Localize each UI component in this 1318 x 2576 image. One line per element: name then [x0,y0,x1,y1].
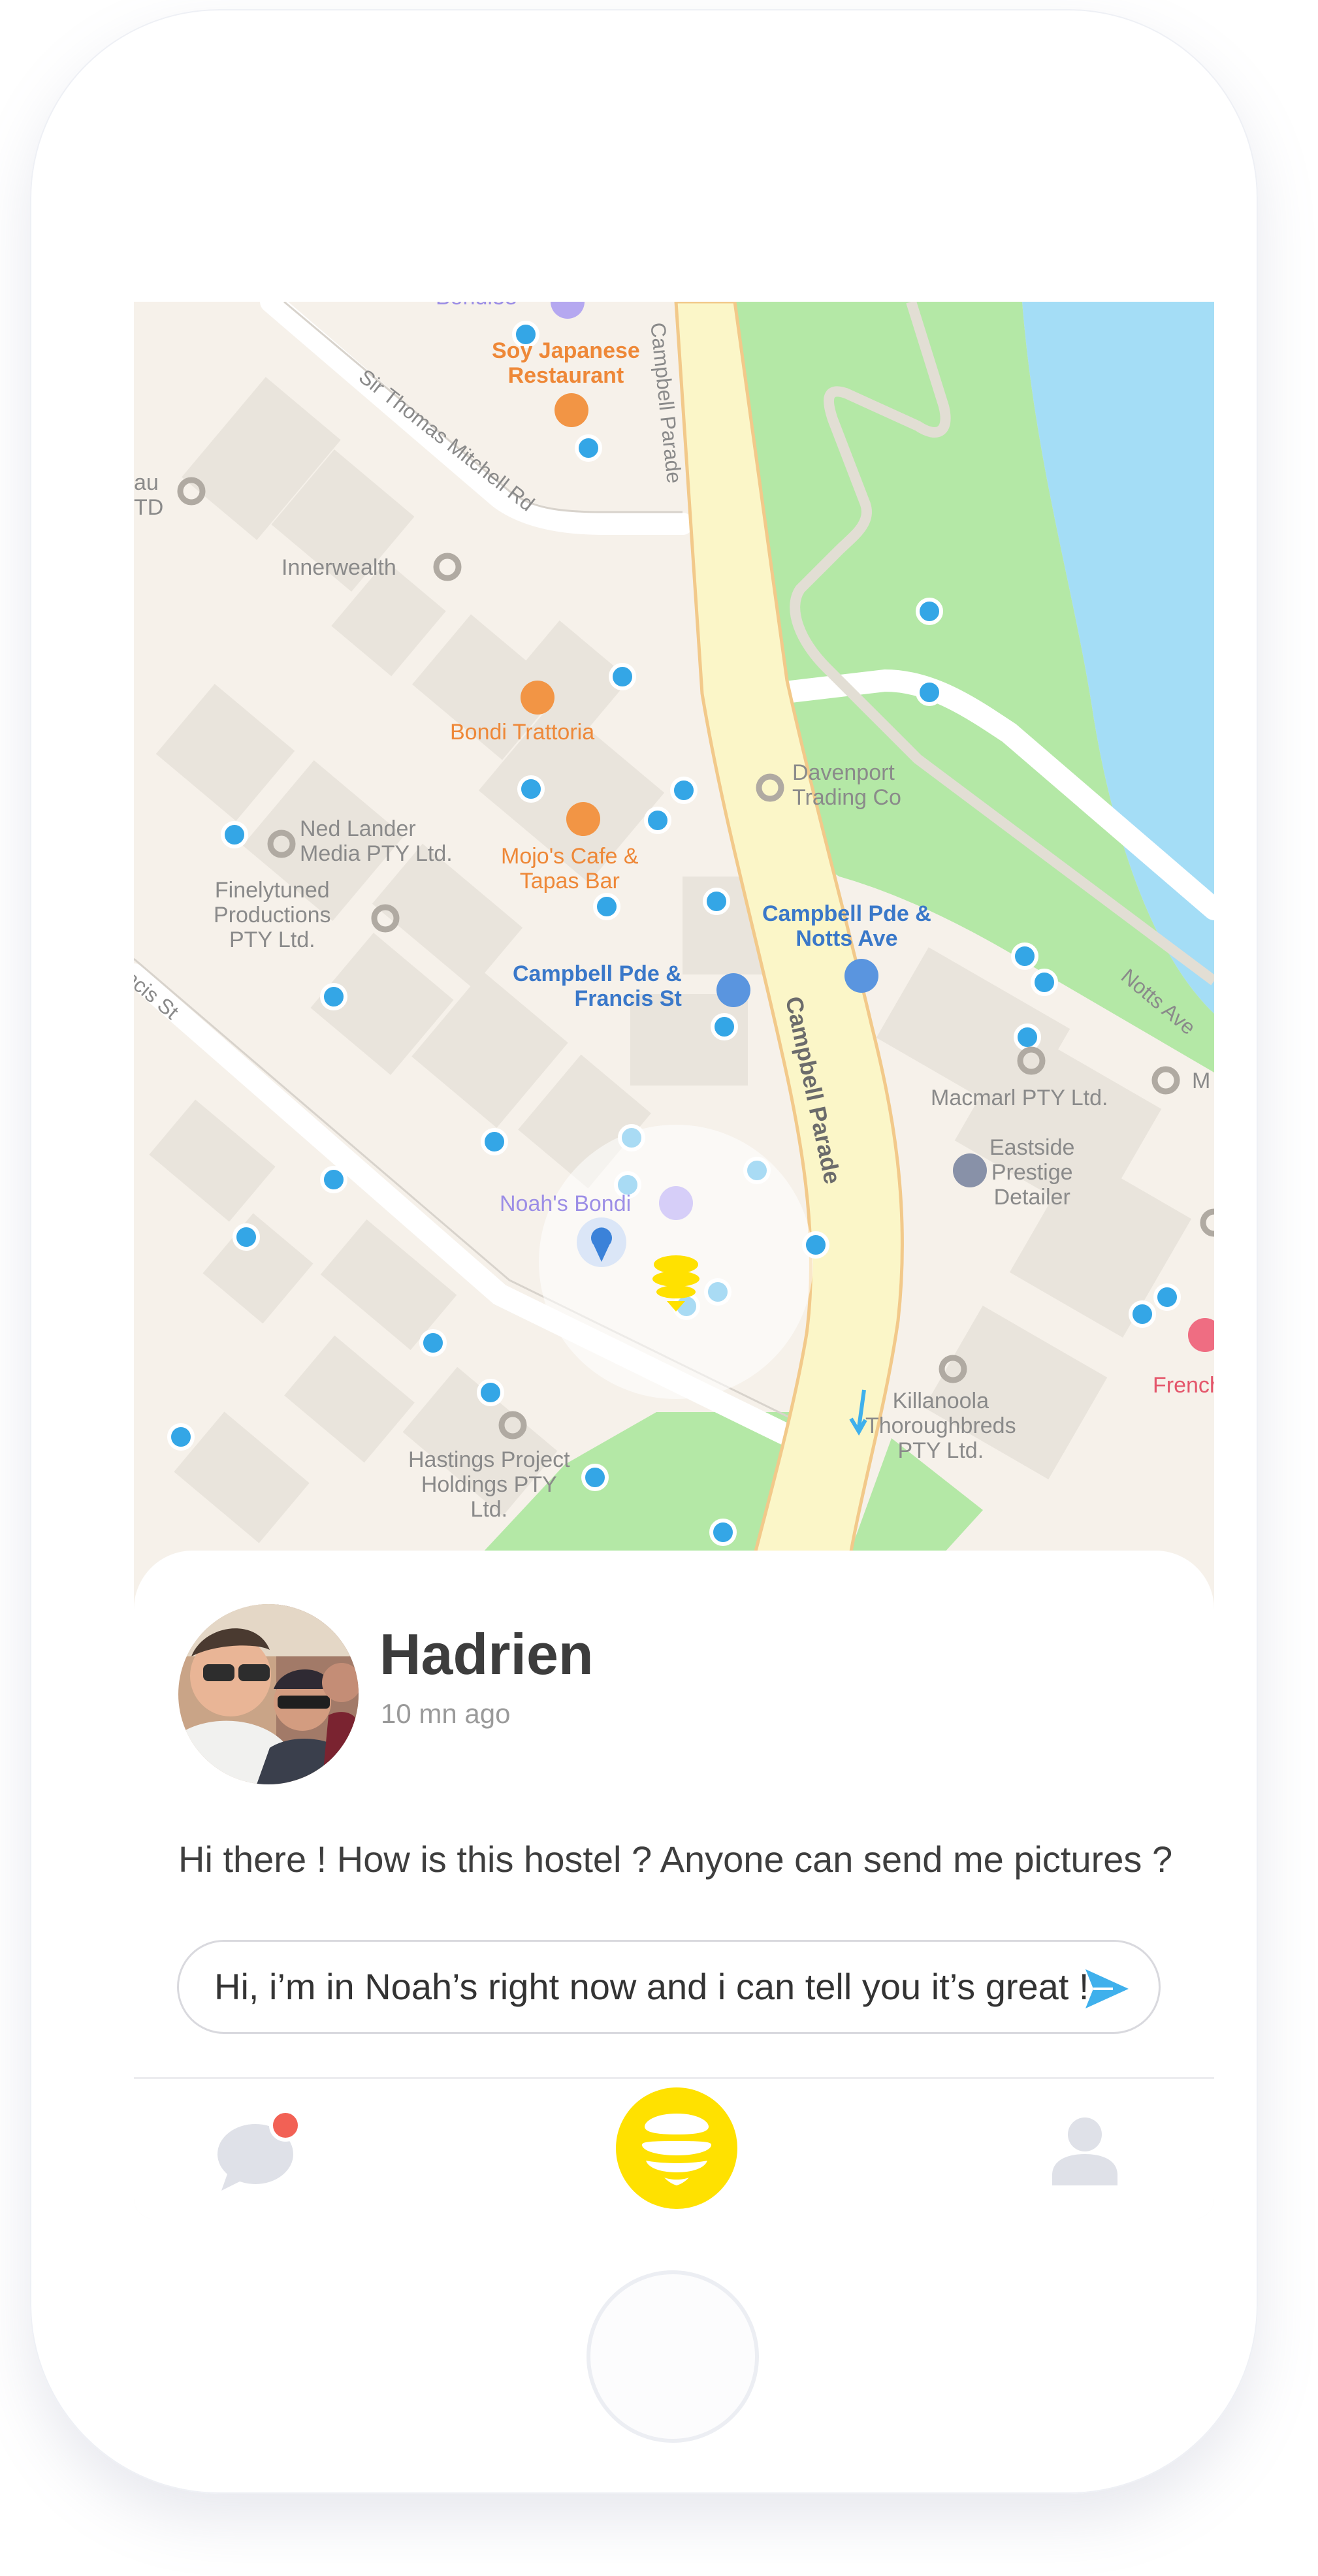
place-label-eastside: Eastside Prestige Detailer [989,1135,1075,1210]
beehive-logo-icon [642,2114,711,2185]
place-label-davenport: Davenport Trading Co [792,760,901,810]
place-label-finely: Finelytuned Productions PTY Ltd. [214,878,331,952]
place-label-m: M [1192,1069,1211,1093]
username[interactable]: Hadrien [379,1621,594,1688]
place-label-campbell-francis: Campbell Pde & Francis St [513,961,682,1011]
avatar-photo [178,1604,359,1784]
place-label-innerwealth: Innerwealth [281,555,396,580]
place-label-noahs: Noah's Bondi [500,1191,632,1216]
place-label-french: French [1153,1373,1214,1398]
profile-icon[interactable] [1048,2112,1121,2185]
post-message: Hi there ! How is this hostel ? Anyone c… [178,1839,1173,1880]
phone-frame: Campbell Parade Campbell Parade Sir Thom… [30,9,1258,2494]
place-label-macmarl: Macmarl PTY Ltd. [931,1086,1108,1110]
place-label-killanoola: Killanoola Thoroughbreds PTY Ltd. [865,1389,1016,1463]
home-tab-button[interactable] [616,2087,737,2209]
chat-notification-badge [269,2109,302,2142]
send-icon[interactable] [1080,1963,1133,2015]
reply-field[interactable]: Hi, i’m in Noah’s right now and i can te… [177,1940,1161,2034]
app-screen: Campbell Parade Campbell Parade Sir Thom… [134,302,1214,2219]
avatar[interactable] [178,1604,359,1784]
place-label-bondi-top: Bondi38 [436,302,517,310]
place-label-au: au TD [134,470,164,520]
post-timestamp: 10 mn ago [381,1698,511,1729]
place-label-campbell-notts: Campbell Pde & Notts Ave [762,901,931,951]
chat-bubble-icon[interactable] [215,2107,306,2192]
tabbar-divider [134,2077,1214,2079]
place-label-trattoria: Bondi Trattoria [450,720,595,745]
place-label-ned: Ned Lander Media PTY Ltd. [300,816,453,866]
reply-input-text[interactable]: Hi, i’m in Noah’s right now and i can te… [214,1965,1089,2008]
place-label-mojos: Mojo's Cafe & Tapas Bar [501,844,639,894]
home-button[interactable] [587,2270,759,2443]
place-label-soy: Soy Japanese Restaurant [492,338,640,388]
post-card: Hadrien 10 mn ago Hi there ! How is this… [134,1551,1214,2219]
map-view[interactable]: Campbell Parade Campbell Parade Sir Thom… [134,302,1214,1582]
place-label-hastings: Hastings Project Holdings PTY Ltd. [408,1447,570,1522]
